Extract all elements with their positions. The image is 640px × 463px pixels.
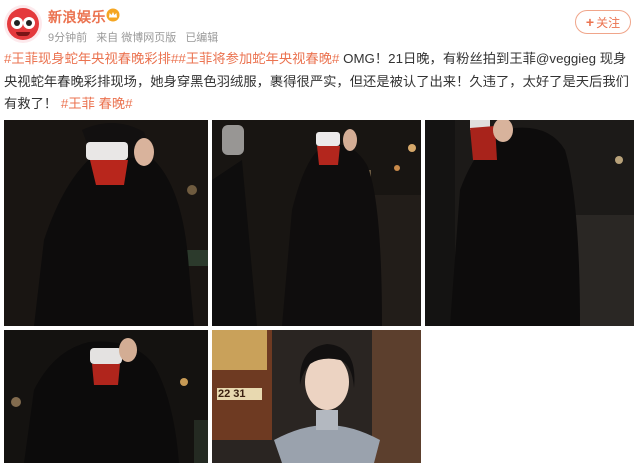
photo-1[interactable]	[4, 120, 208, 326]
plus-icon: +	[585, 14, 595, 30]
hashtag-2[interactable]: #王菲将参加蛇年央视春晚#	[178, 51, 339, 66]
account-name[interactable]: 新浪娱乐	[48, 7, 106, 27]
post-header: 新浪娱乐 9分钟前 来自 微博网页版 已编辑 + 关注	[0, 0, 640, 48]
poster-text: 22 31	[218, 388, 246, 400]
post-text: #王菲现身蛇年央视春晚彩排##王菲将参加蛇年央视春晚# OMG！21日晚，有粉丝…	[4, 48, 636, 116]
photo-4[interactable]	[4, 330, 208, 463]
photo-5[interactable]: 22 31	[212, 330, 421, 463]
follow-button[interactable]: + 关注	[575, 10, 631, 34]
edited-label[interactable]: 已编辑	[185, 32, 218, 44]
photo-3[interactable]	[425, 120, 634, 326]
follow-label: 关注	[596, 15, 621, 30]
post-source: 来自 微博网页版	[96, 32, 177, 44]
post-time[interactable]: 9分钟前	[48, 32, 87, 44]
post-meta: 9分钟前 来自 微博网页版 已编辑	[48, 29, 224, 45]
hashtag-1[interactable]: #王菲现身蛇年央视春晚彩排#	[4, 51, 178, 66]
hashtag-3[interactable]: #王菲 春晚#	[61, 96, 133, 111]
photo-2[interactable]	[212, 120, 421, 326]
crown-icon	[106, 8, 120, 22]
avatar[interactable]	[4, 5, 42, 43]
